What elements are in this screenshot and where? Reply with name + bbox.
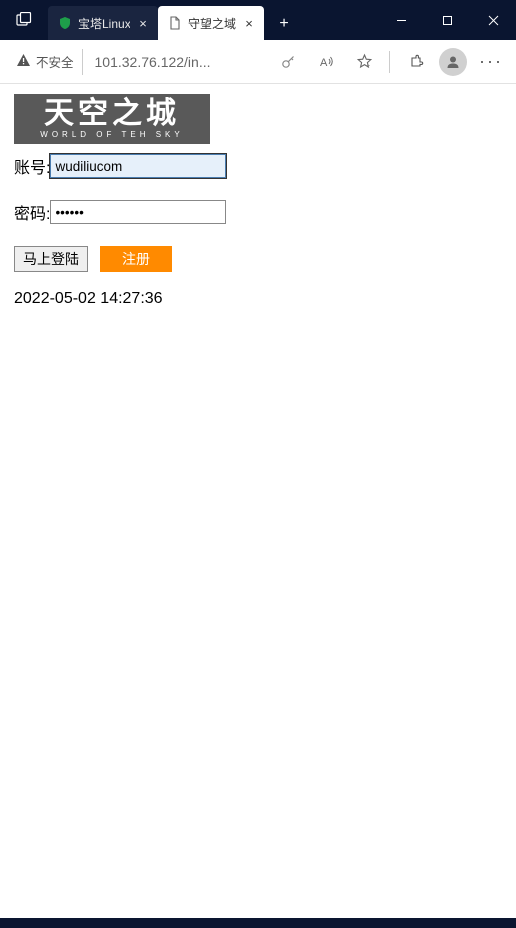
insecure-label: 不安全	[36, 52, 74, 71]
password-label: 密码:	[14, 200, 50, 224]
profile-button[interactable]	[436, 45, 470, 79]
logo-sub-text: WORLD OF TEH SKY	[40, 130, 183, 139]
tabview-icon[interactable]	[0, 0, 48, 40]
extensions-icon[interactable]	[398, 45, 432, 79]
password-input[interactable]	[50, 200, 226, 224]
tab-baota[interactable]: 宝塔Linux ×	[48, 6, 158, 40]
tabs: 宝塔Linux × 守望之域 × +	[48, 0, 300, 40]
login-button[interactable]: 马上登陆	[14, 246, 88, 272]
page-content: 天空之城 WORLD OF TEH SKY 账号: 密码: 马上登陆 注册 20…	[0, 84, 516, 918]
svg-text:A: A	[320, 57, 328, 69]
username-label: 账号:	[14, 154, 50, 178]
favorites-icon[interactable]: +	[347, 45, 381, 79]
username-row: 账号:	[14, 154, 502, 178]
document-icon	[168, 16, 182, 30]
logo-main-text: 天空之城	[44, 99, 180, 129]
title-bar: 宝塔Linux × 守望之域 × +	[0, 0, 516, 40]
close-button[interactable]	[470, 0, 516, 40]
timestamp: 2022-05-02 14:27:36	[14, 290, 502, 308]
svg-text:+: +	[366, 63, 370, 70]
register-button[interactable]: 注册	[100, 246, 172, 272]
password-row: 密码:	[14, 200, 502, 224]
close-icon[interactable]: ×	[136, 16, 150, 30]
tab-title: 守望之域	[188, 15, 236, 32]
address-bar: 不安全 101.32.76.122/in... A + ···	[0, 40, 516, 84]
minimize-button[interactable]	[378, 0, 424, 40]
window-controls	[378, 0, 516, 40]
new-tab-button[interactable]: +	[268, 8, 300, 40]
read-aloud-icon[interactable]: A	[309, 45, 343, 79]
titlebar-left: 宝塔Linux × 守望之域 × +	[0, 0, 300, 40]
avatar-icon	[439, 48, 467, 76]
menu-button[interactable]: ···	[474, 45, 508, 79]
close-icon[interactable]: ×	[242, 16, 256, 30]
warning-icon	[16, 53, 31, 70]
maximize-button[interactable]	[424, 0, 470, 40]
key-icon[interactable]	[271, 45, 305, 79]
site-logo: 天空之城 WORLD OF TEH SKY	[14, 94, 210, 144]
shield-icon	[58, 16, 72, 30]
security-indicator[interactable]: 不安全	[8, 49, 83, 75]
separator	[389, 51, 390, 73]
tab-title: 宝塔Linux	[78, 15, 130, 32]
url-display[interactable]: 101.32.76.122/in...	[87, 54, 267, 70]
tab-shouwang[interactable]: 守望之域 ×	[158, 6, 264, 40]
button-row: 马上登陆 注册	[14, 246, 502, 272]
dots-icon: ···	[479, 51, 503, 72]
window-frame-bottom	[0, 918, 516, 928]
username-input[interactable]	[50, 154, 226, 178]
